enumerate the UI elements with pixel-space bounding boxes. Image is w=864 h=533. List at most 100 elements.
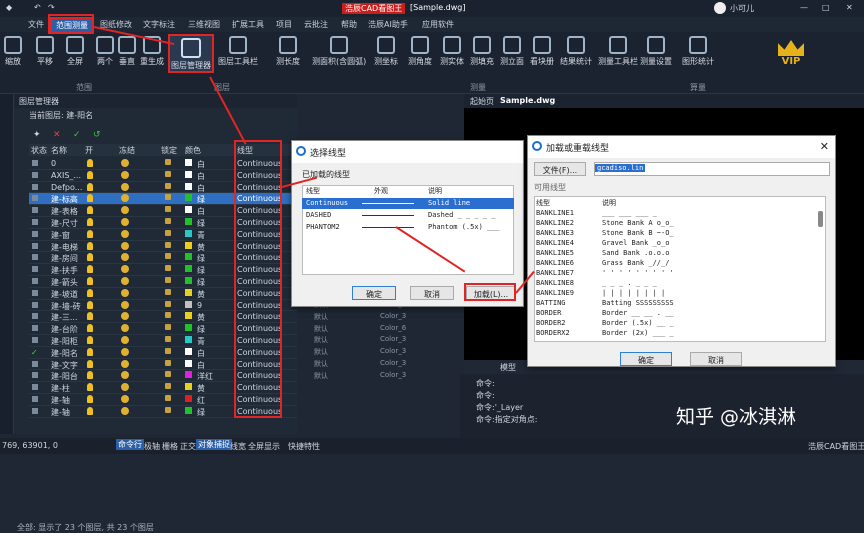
set-current-icon[interactable]: ✓ — [73, 130, 81, 140]
sun-icon[interactable] — [121, 395, 129, 403]
lock-icon[interactable] — [165, 253, 171, 260]
cancel-button[interactable]: 取消 — [690, 352, 742, 366]
menu-help[interactable]: 帮助 — [341, 19, 357, 30]
sun-icon[interactable] — [121, 300, 129, 309]
ok-button[interactable]: 确定 — [620, 352, 672, 366]
dual-view-button[interactable]: 两个 — [96, 34, 114, 67]
tab-start[interactable]: 起始页 — [470, 96, 494, 107]
menu-apps[interactable]: 应用软件 — [422, 19, 454, 30]
available-linetype-row[interactable]: BANKLINE6 Grass Bank _//_/ — [534, 259, 824, 269]
bulb-icon[interactable] — [87, 241, 93, 250]
status-ortho[interactable]: 正交 — [180, 441, 196, 452]
sun-icon[interactable] — [121, 359, 129, 368]
result-stats-button[interactable]: 结果统计 — [560, 34, 592, 67]
linetype-row[interactable]: Continuous Solid line — [302, 198, 514, 209]
bulb-icon[interactable] — [87, 324, 93, 333]
sun-icon[interactable] — [121, 277, 129, 285]
menu-text[interactable]: 文字标注 — [143, 19, 175, 30]
pan-button[interactable]: 平移 — [36, 34, 54, 67]
sun-icon[interactable] — [121, 265, 129, 274]
lock-icon[interactable] — [165, 371, 171, 378]
measure-settings-button[interactable]: 测量设置 — [640, 34, 672, 67]
status-grid[interactable]: 栅格 — [162, 441, 178, 452]
bulb-icon[interactable] — [87, 288, 93, 297]
menu-file[interactable]: 文件 — [28, 19, 44, 30]
linetype-row[interactable]: PHANTOM2 Phantom (.5x) ___ — [302, 222, 514, 233]
measure-elevation-button[interactable]: 测立面 — [500, 34, 524, 67]
bulb-icon[interactable] — [87, 300, 93, 309]
zoom-button[interactable]: 缩放 — [4, 34, 22, 67]
linetype-row[interactable]: DASHED Dashed _ _ _ _ _ — [302, 210, 514, 221]
ok-button[interactable]: 确定 — [352, 286, 396, 300]
sun-icon[interactable] — [121, 336, 129, 344]
sun-icon[interactable] — [121, 324, 129, 333]
color-swatch[interactable] — [185, 218, 192, 225]
color-swatch[interactable] — [185, 241, 192, 249]
lock-icon[interactable] — [165, 336, 171, 342]
sun-icon[interactable] — [121, 288, 129, 297]
color-swatch[interactable] — [185, 359, 192, 367]
bulb-icon[interactable] — [87, 265, 93, 274]
bulb-icon[interactable] — [87, 395, 93, 403]
file-button[interactable]: 文件(F)... — [534, 162, 586, 176]
available-linetype-row[interactable]: BORDER Border __ __ . __ — [534, 309, 824, 319]
lock-icon[interactable] — [165, 229, 171, 236]
lock-icon[interactable] — [165, 182, 171, 189]
bulb-icon[interactable] — [87, 229, 93, 238]
sun-icon[interactable] — [121, 383, 129, 392]
delete-layer-icon[interactable]: ✕ — [53, 130, 61, 140]
sun-icon[interactable] — [121, 312, 129, 321]
lock-icon[interactable] — [165, 347, 171, 354]
lock-icon[interactable] — [165, 194, 171, 201]
available-linetype-row[interactable]: BANKLINE5 Sand Bank .o.o.o — [534, 249, 824, 259]
sun-icon[interactable] — [121, 406, 129, 415]
bulb-icon[interactable] — [87, 371, 93, 380]
color-swatch[interactable] — [185, 277, 192, 284]
available-linetype-row[interactable]: BORDER2 Border (.5x) __ _ — [534, 319, 824, 329]
sun-icon[interactable] — [121, 218, 129, 226]
vip-badge[interactable]: VIP — [776, 40, 806, 67]
lock-icon[interactable] — [165, 206, 171, 213]
tab-sample[interactable]: Sample.dwg — [500, 96, 555, 105]
status-polar[interactable]: 极轴 — [144, 441, 160, 452]
cancel-button[interactable]: 取消 — [410, 286, 454, 300]
undo-icon[interactable]: ↶ — [34, 3, 41, 12]
redo-icon[interactable]: ↷ — [48, 3, 55, 12]
color-swatch[interactable] — [185, 253, 192, 261]
bulb-icon[interactable] — [87, 218, 93, 226]
bulb-icon[interactable] — [87, 277, 93, 285]
status-lineweight[interactable]: 线宽 — [230, 441, 246, 452]
layer-manager-button[interactable]: 图层管理器 — [168, 34, 214, 73]
measure-entity-button[interactable]: 测实体 — [440, 34, 464, 67]
color-swatch[interactable] — [185, 324, 192, 332]
minimize-icon[interactable]: — — [800, 3, 808, 12]
sun-icon[interactable] — [121, 206, 129, 215]
color-swatch[interactable] — [185, 265, 192, 273]
color-swatch[interactable] — [185, 383, 192, 391]
available-linetype-row[interactable]: BORDERX2 Border (2x) ___ _ — [534, 329, 824, 339]
sun-icon[interactable] — [121, 371, 129, 380]
block-book-button[interactable]: 看块册 — [530, 34, 554, 67]
sun-icon[interactable] — [121, 159, 129, 167]
lock-icon[interactable] — [165, 300, 171, 307]
color-swatch[interactable] — [185, 300, 192, 308]
measure-length-button[interactable]: 测长度 — [276, 34, 300, 67]
measure-area-button[interactable]: 测面积(含圆弧) — [312, 34, 366, 67]
close-icon[interactable]: ✕ — [846, 3, 853, 12]
bulb-icon[interactable] — [87, 206, 93, 215]
available-linetype-row[interactable]: BANKLINE8 _ _ _ . _ _ _ — [534, 279, 824, 289]
color-swatch[interactable] — [185, 159, 192, 166]
sun-icon[interactable] — [121, 253, 129, 262]
available-linetype-row[interactable]: BANKLINE7 ' ' ' ' ' ' ' ' ' — [534, 269, 824, 279]
sun-icon[interactable] — [121, 170, 129, 179]
menu-ai[interactable]: 浩辰AI助手 — [368, 19, 408, 30]
bulb-icon[interactable] — [87, 159, 93, 167]
lock-icon[interactable] — [165, 359, 171, 366]
color-swatch[interactable] — [185, 206, 192, 214]
lock-icon[interactable] — [165, 241, 171, 248]
bulb-icon[interactable] — [87, 253, 93, 262]
lock-icon[interactable] — [165, 170, 171, 177]
available-linetype-row[interactable]: BANKLINE4 Gravel Bank _o_o — [534, 239, 824, 249]
color-swatch[interactable] — [185, 182, 192, 190]
new-layer-icon[interactable]: ✦ — [33, 130, 41, 140]
